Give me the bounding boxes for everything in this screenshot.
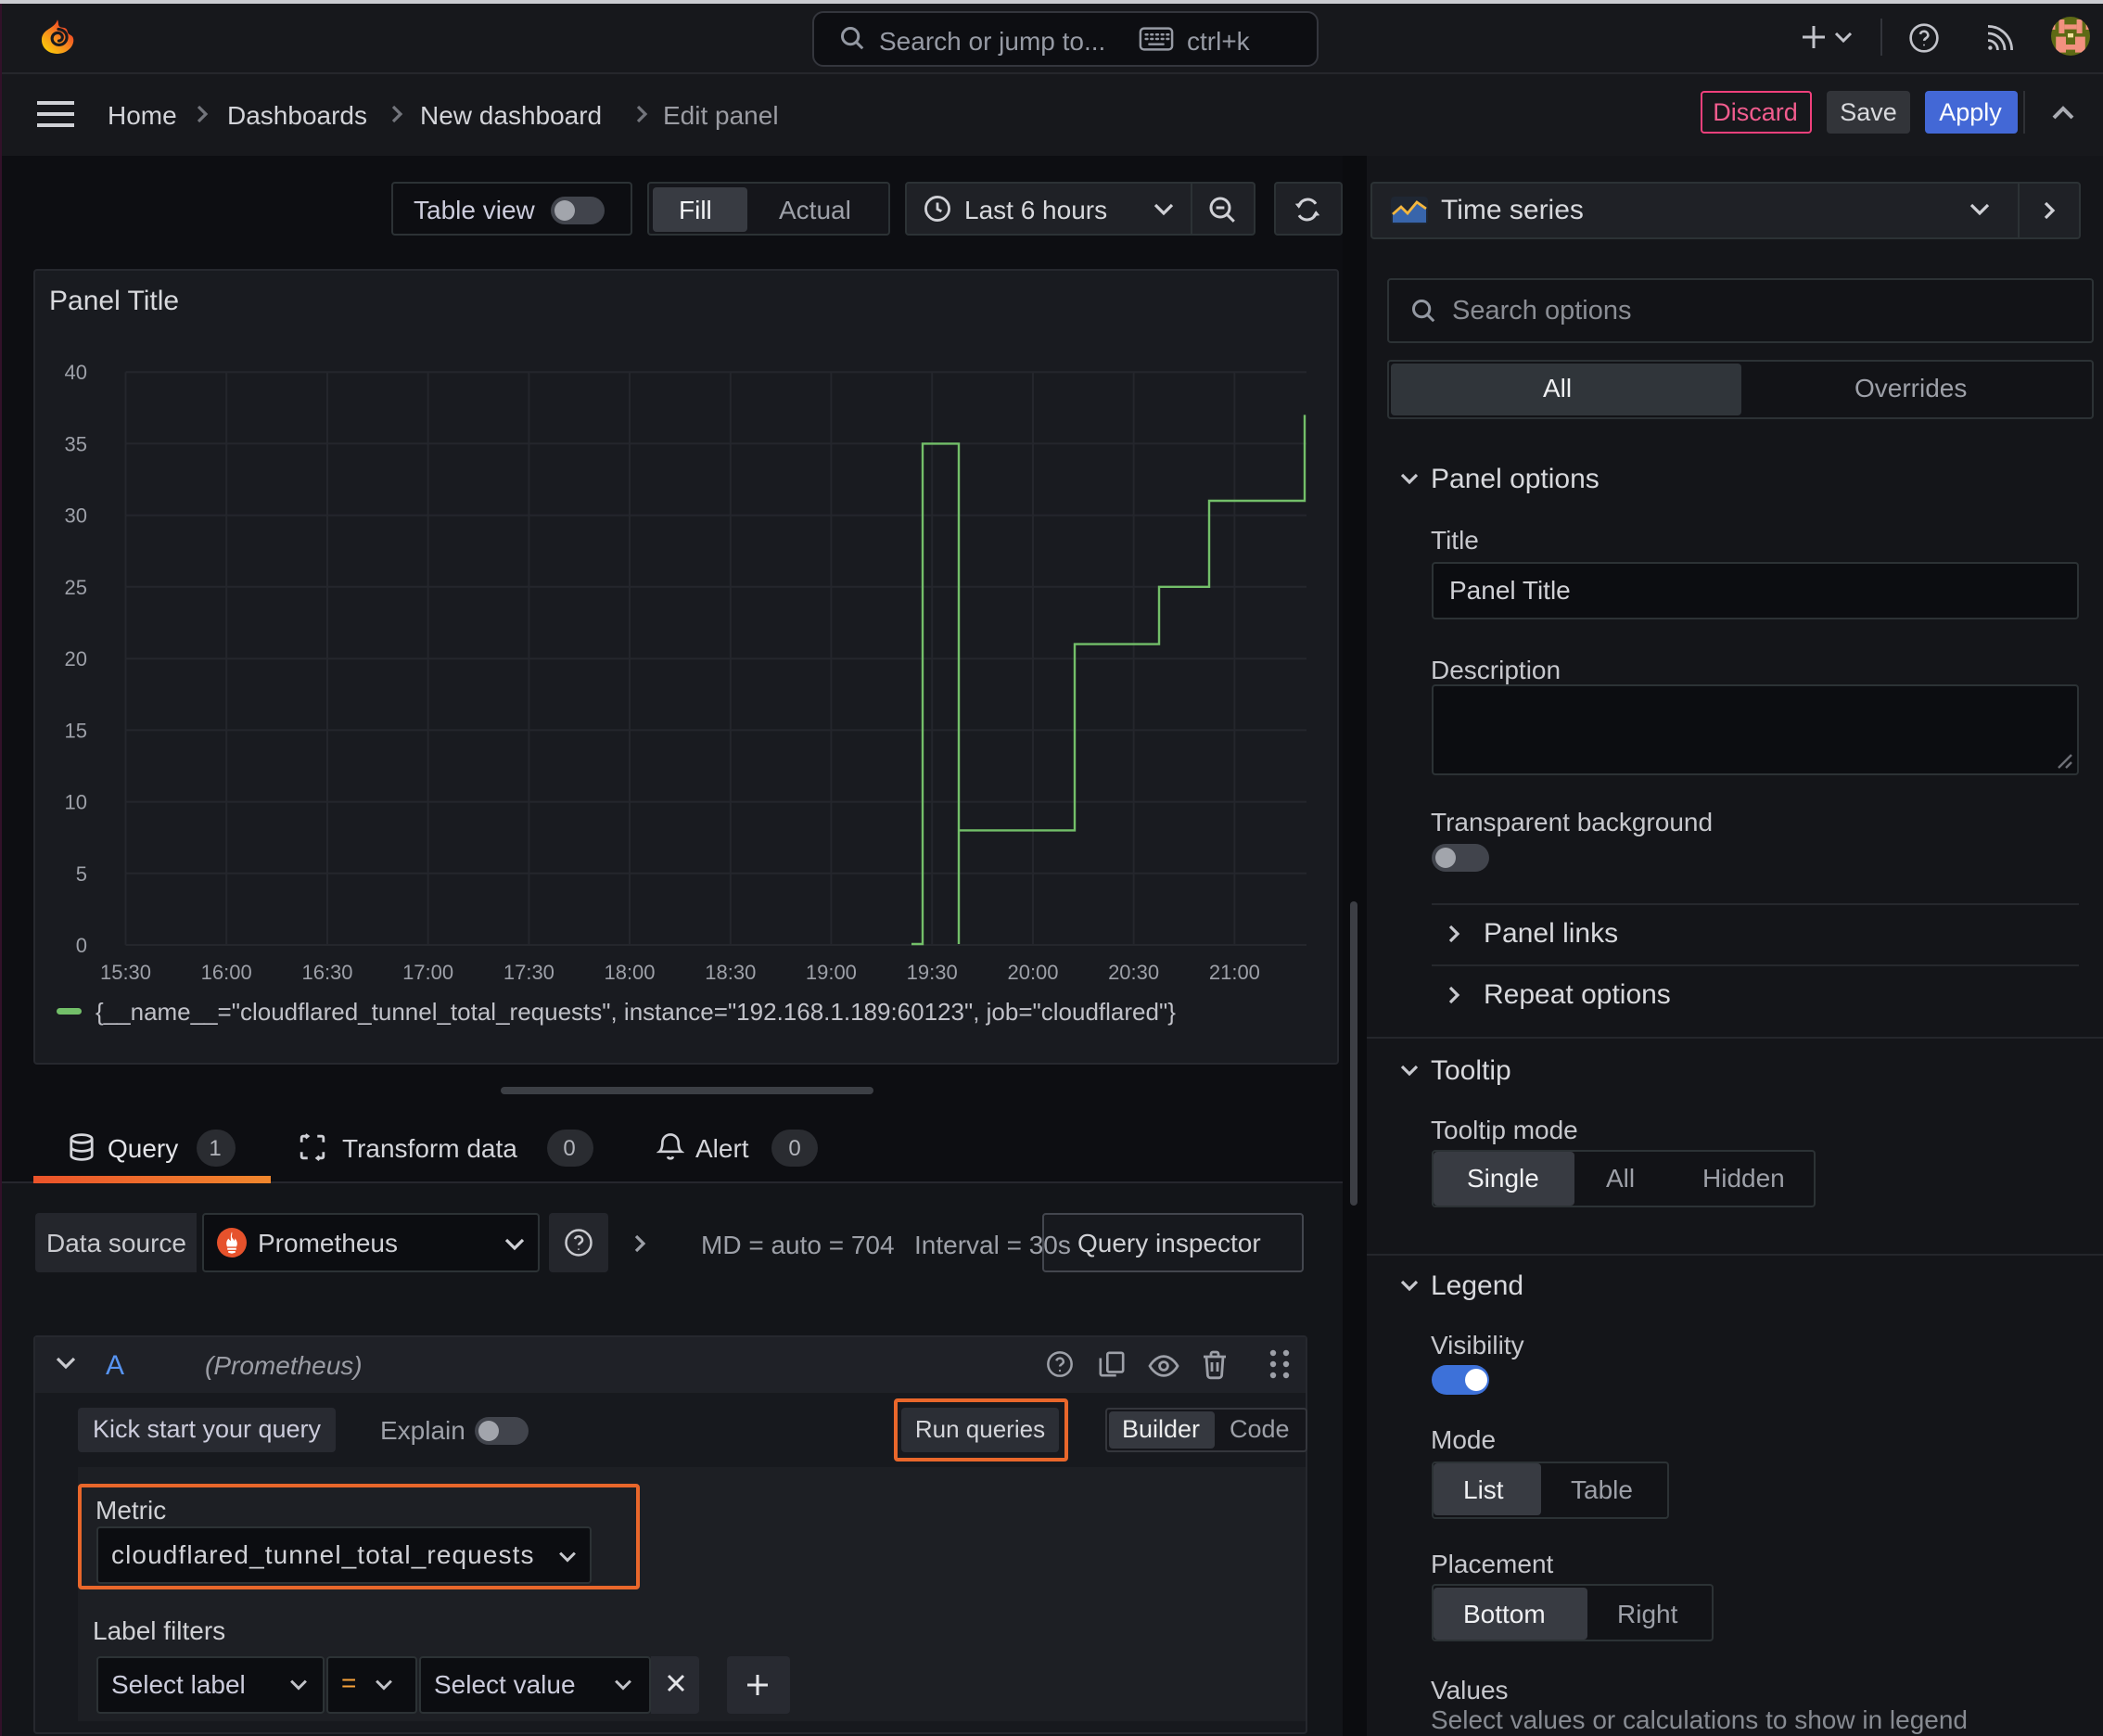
svg-text:0: 0 [76,934,87,957]
svg-text:18:30: 18:30 [705,961,756,984]
svg-text:17:30: 17:30 [503,961,554,984]
svg-text:19:30: 19:30 [907,961,958,984]
svg-text:16:00: 16:00 [201,961,252,984]
svg-text:20:30: 20:30 [1108,961,1159,984]
svg-text:18:00: 18:00 [604,961,655,984]
svg-text:30: 30 [65,504,87,528]
svg-text:20: 20 [65,647,87,670]
svg-text:17:00: 17:00 [402,961,453,984]
svg-text:35: 35 [65,432,87,455]
svg-text:15: 15 [65,719,87,742]
svg-text:15:30: 15:30 [100,961,151,984]
svg-text:5: 5 [76,862,87,886]
svg-text:21:00: 21:00 [1209,961,1260,984]
svg-text:20:00: 20:00 [1007,961,1058,984]
svg-text:40: 40 [65,361,87,384]
svg-text:10: 10 [65,791,87,814]
svg-text:19:00: 19:00 [806,961,857,984]
svg-text:25: 25 [65,576,87,599]
svg-text:16:30: 16:30 [301,961,352,984]
svg-text:{__name__="cloudflared_tunnel_: {__name__="cloudflared_tunnel_total_requ… [96,998,1176,1026]
